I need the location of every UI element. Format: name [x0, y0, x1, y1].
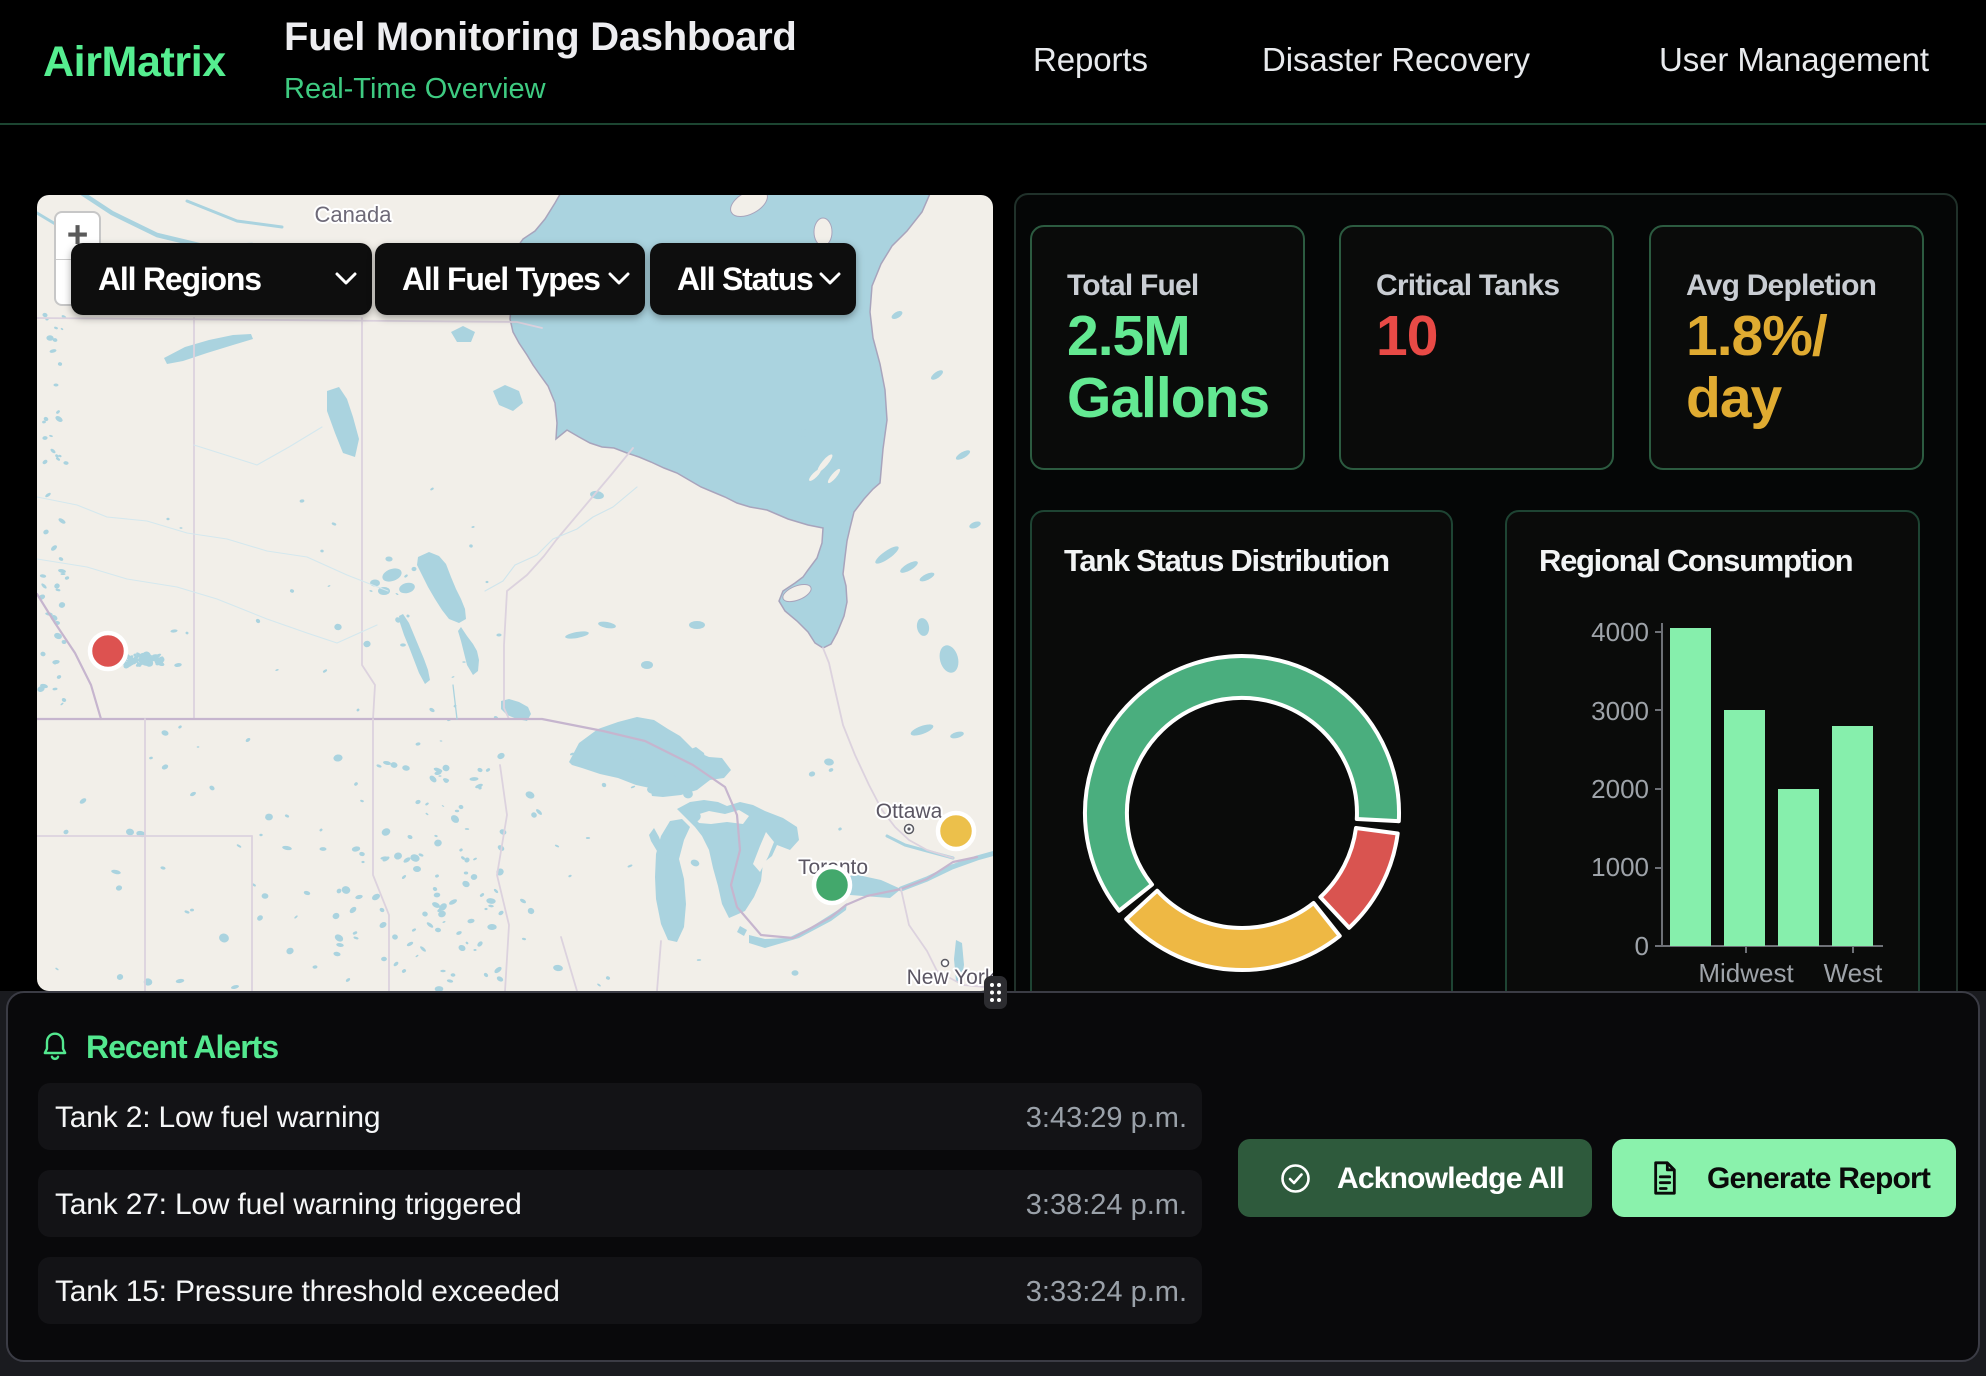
svg-text:Midwest: Midwest [1698, 958, 1794, 988]
svg-text:Ottawa: Ottawa [876, 800, 943, 823]
svg-text:Canada: Canada [314, 202, 392, 227]
svg-text:2000: 2000 [1591, 774, 1649, 804]
svg-text:1000: 1000 [1591, 852, 1649, 882]
svg-text:3000: 3000 [1591, 696, 1649, 726]
svg-text:4000: 4000 [1591, 617, 1649, 647]
svg-text:0: 0 [1635, 931, 1649, 961]
svg-text:West: West [1824, 958, 1884, 988]
svg-text:New York: New York [907, 966, 993, 989]
